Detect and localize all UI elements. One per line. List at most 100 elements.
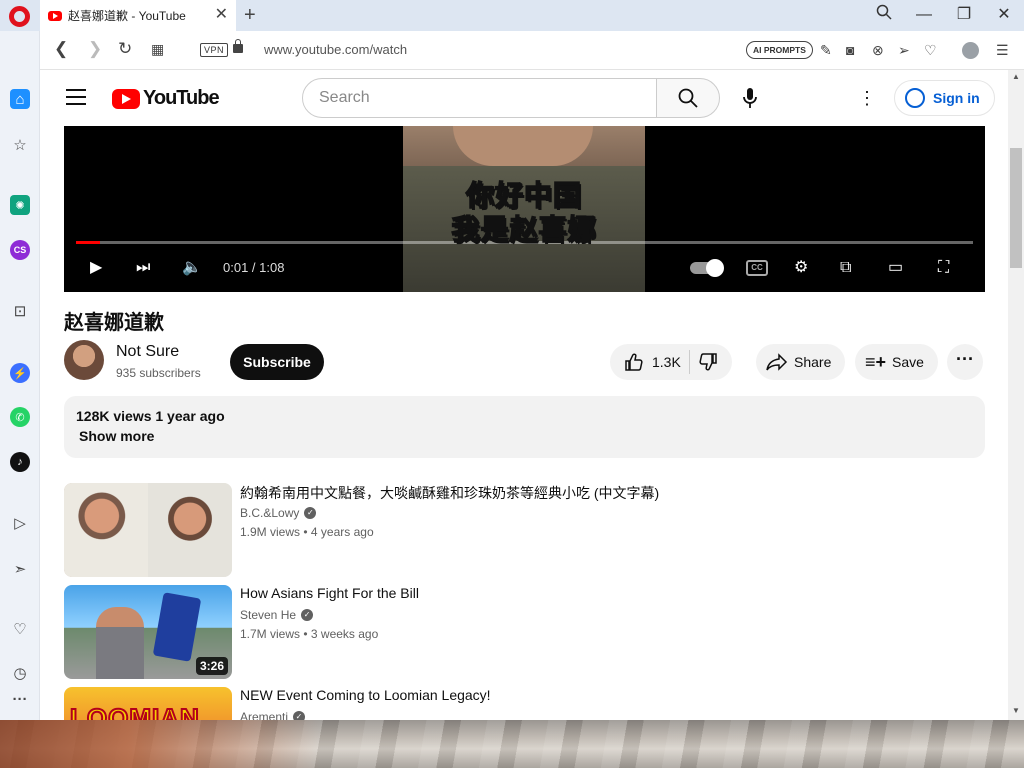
send-sidebar-icon[interactable]: ➣ <box>10 559 30 579</box>
video-thumbnail[interactable]: 3:32 <box>64 483 232 577</box>
recommendation-age: 3 weeks ago <box>310 627 379 641</box>
theater-mode-icon[interactable]: ▭ <box>888 256 903 280</box>
favorites-icon[interactable]: ♡ <box>10 619 30 639</box>
shopping-bag-icon[interactable]: ⊡ <box>10 301 30 321</box>
search-button[interactable] <box>656 78 720 118</box>
autoplay-toggle[interactable] <box>690 259 724 277</box>
new-tab-button[interactable]: + <box>244 4 256 26</box>
show-more-link[interactable]: Show more <box>79 428 154 444</box>
page-scrollbar[interactable]: ▲ ▼ <box>1008 70 1024 720</box>
play-icon[interactable]: ▶ <box>90 256 102 280</box>
thumbnail-text: LOOMIAN <box>69 702 200 720</box>
volume-icon[interactable]: 🔈 <box>182 256 202 280</box>
thumbs-up-icon <box>625 353 643 371</box>
reload-icon[interactable]: ↻ <box>118 39 132 59</box>
video-thumbnail[interactable]: 3:26 <box>64 585 232 679</box>
address-bar: ❮ ❯ ↻ ▦ VPN www.youtube.com/watch AI PRO… <box>40 31 1024 70</box>
easy-setup-icon[interactable]: ☰ <box>996 41 1009 59</box>
subscribe-button[interactable]: Subscribe <box>230 344 324 380</box>
recommendation-channel[interactable]: Arementi ✓ <box>240 710 306 720</box>
verified-check-icon: ✓ <box>304 507 317 519</box>
send-icon[interactable]: ➢ <box>898 41 910 59</box>
tab-close-icon[interactable]: ✕ <box>215 7 228 23</box>
video-thumbnail[interactable]: LOOMIAN <box>64 687 232 720</box>
recommendation-age: 4 years ago <box>310 525 374 539</box>
like-separator <box>688 350 690 374</box>
share-label: Share <box>794 354 832 370</box>
dislike-button[interactable] <box>698 352 718 372</box>
more-sidebar-icon[interactable]: ··· <box>10 689 30 709</box>
recommendation-title[interactable]: How Asians Fight For the Bill <box>240 585 419 601</box>
youtube-page: YouTube Search ⋮ Sign in 你好中国 我是赵喜娜 ▶ ⏭ <box>40 70 1008 720</box>
view-stats: 128K views 1 year ago <box>76 408 225 424</box>
recommendation-channel-name: B.C.&Lowy <box>240 506 300 520</box>
tabs-grid-icon[interactable]: ▦ <box>151 39 164 59</box>
account-icon <box>905 88 925 108</box>
vpn-badge[interactable]: VPN <box>200 43 229 57</box>
browser-window: 赵喜娜道歉 - YouTube ✕ + — ❐ ✕ ❮ ❯ ↻ ▦ VPN ww… <box>0 0 1024 720</box>
scroll-down-icon[interactable]: ▼ <box>1012 706 1020 715</box>
whatsapp-icon[interactable]: ✆ <box>10 407 30 427</box>
duration-badge: 3:32 <box>195 555 228 573</box>
more-actions-button[interactable]: ··· <box>947 344 983 380</box>
browser-tab[interactable]: 赵喜娜道歉 - YouTube ✕ <box>40 0 236 31</box>
desktop-wallpaper <box>0 720 1024 768</box>
opera-logo-icon[interactable] <box>9 6 30 27</box>
search-tabs-icon[interactable] <box>871 4 897 27</box>
like-button[interactable]: 1.3K <box>624 352 681 372</box>
close-window-button[interactable]: ✕ <box>991 4 1017 26</box>
settings-gear-icon[interactable]: ⚙ <box>794 256 808 280</box>
star-icon[interactable]: ☆ <box>10 135 30 155</box>
maximize-button[interactable]: ❐ <box>951 4 977 26</box>
ai-prompts-button[interactable]: AI PROMPTS <box>746 41 813 59</box>
chatgpt-icon[interactable]: ✺ <box>10 195 30 215</box>
description-box[interactable]: 128K views 1 year ago Show more <box>64 396 985 458</box>
recommendation-item[interactable]: LOOMIAN NEW Event Coming to Loomian Lega… <box>64 687 985 720</box>
recommendation-item[interactable]: 3:26 How Asians Fight For the Bill Steve… <box>64 585 985 679</box>
history-icon[interactable]: ◷ <box>10 663 30 683</box>
back-icon[interactable]: ❮ <box>54 39 68 59</box>
profile-icon[interactable] <box>962 42 979 59</box>
save-button[interactable]: ≡+ Save <box>855 344 938 380</box>
home-icon[interactable]: ⌂ <box>10 89 30 109</box>
scrollbar-thumb[interactable] <box>1010 148 1022 268</box>
progress-fill <box>76 241 101 244</box>
fullscreen-icon[interactable]: ⛶ <box>938 256 949 280</box>
channel-avatar[interactable] <box>64 340 104 380</box>
channel-name[interactable]: Not Sure <box>116 343 179 361</box>
thumbs-down-icon <box>699 353 717 371</box>
settings-more-icon[interactable]: ⋮ <box>858 84 876 112</box>
lock-icon[interactable] <box>233 39 243 53</box>
camera-icon[interactable]: ◙ <box>846 41 854 59</box>
share-button[interactable]: Share <box>756 344 846 380</box>
recommendation-channel[interactable]: Steven He ✓ <box>240 608 314 622</box>
tiktok-icon[interactable]: ♪ <box>10 452 30 472</box>
share-icon <box>766 353 788 371</box>
opera-sidebar: ⌂ ☆ ✺ CS ⊡ ⚡ ✆ ♪ ▷ ➣ ♡ ◷ ··· <box>0 31 40 720</box>
youtube-logo[interactable]: YouTube <box>112 87 220 110</box>
forward-icon[interactable]: ❯ <box>88 39 102 59</box>
chatsonic-icon[interactable]: CS <box>10 240 30 260</box>
youtube-favicon-icon <box>48 10 62 21</box>
captions-icon[interactable]: CC <box>746 260 768 276</box>
recommendation-item[interactable]: 3:32 約翰希南用中文點餐，大啖鹹酥雞和珍珠奶茶等經典小吃 (中文字幕) B.… <box>64 483 985 577</box>
messenger-icon[interactable]: ⚡ <box>10 363 30 383</box>
heart-icon[interactable]: ♡ <box>924 41 937 59</box>
recommendation-channel[interactable]: B.C.&Lowy ✓ <box>240 506 317 520</box>
miniplayer-icon[interactable]: ⧉ <box>840 256 851 280</box>
scroll-up-icon[interactable]: ▲ <box>1012 72 1020 81</box>
url-field[interactable]: www.youtube.com/watch <box>264 42 407 57</box>
youtube-header: YouTube Search ⋮ Sign in <box>40 70 1008 126</box>
sign-in-button[interactable]: Sign in <box>894 80 995 116</box>
video-player[interactable]: 你好中国 我是赵喜娜 ▶ ⏭ 🔈 0:01 / 1:08 CC ⚙ ⧉ ▭ ⛶ <box>64 126 985 292</box>
next-icon[interactable]: ⏭ <box>136 256 150 280</box>
minimize-button[interactable]: — <box>911 4 937 26</box>
recommendation-title[interactable]: 約翰希南用中文點餐，大啖鹹酥雞和珍珠奶茶等經典小吃 (中文字幕) <box>240 483 659 503</box>
menu-icon[interactable] <box>66 89 86 105</box>
player-icon[interactable]: ▷ <box>10 513 30 533</box>
microphone-icon[interactable] <box>736 84 764 112</box>
adblock-icon[interactable]: ⊗ <box>872 41 884 59</box>
edit-icon[interactable]: ✎ <box>820 41 832 59</box>
recommendation-title[interactable]: NEW Event Coming to Loomian Legacy! <box>240 687 491 703</box>
search-input[interactable]: Search <box>302 78 658 118</box>
